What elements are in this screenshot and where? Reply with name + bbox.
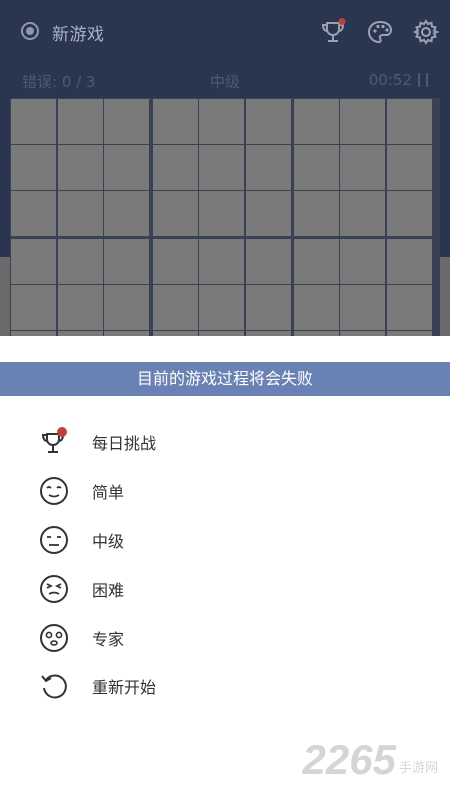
sudoku-cell[interactable] [199,99,245,144]
sudoku-cell[interactable] [152,239,198,284]
trophy-icon[interactable] [320,18,348,46]
sudoku-cell[interactable] [152,145,198,190]
menu-item-expert[interactable]: 专家 [0,613,450,662]
warning-banner: 目前的游戏过程将会失败 [0,362,450,396]
sudoku-cell[interactable] [199,145,245,190]
sudoku-cell[interactable] [245,239,291,284]
sudoku-cell[interactable] [386,239,432,284]
timer-value: 00:52 [368,71,412,89]
menu-item-easy[interactable]: 简单 [0,467,450,516]
new-game-sheet: 目前的游戏过程将会失败 每日挑战 简单 中级 困难 专家 重新开始 2265 手… [0,336,450,800]
sudoku-cell[interactable] [293,239,339,284]
face-easy-icon [38,475,70,507]
sudoku-cell[interactable] [340,285,386,330]
sudoku-cell[interactable] [152,285,198,330]
sudoku-cell[interactable] [104,239,150,284]
face-medium-icon [38,524,70,556]
menu-item-label: 困难 [92,580,125,600]
record-icon [20,21,40,45]
trophy-icon [38,426,70,458]
sudoku-cell[interactable] [104,145,150,190]
timer: 00:52 [369,71,428,89]
sudoku-cell[interactable] [57,99,103,144]
face-expert-icon [38,622,70,654]
sudoku-cell[interactable] [245,285,291,330]
sudoku-cell[interactable] [340,99,386,144]
new-game-control[interactable]: 新游戏 [20,20,105,45]
sudoku-cell[interactable] [293,191,339,236]
sudoku-cell[interactable] [340,145,386,190]
sudoku-cell[interactable] [245,145,291,190]
sudoku-cell[interactable] [57,239,103,284]
sudoku-cell[interactable] [152,99,198,144]
menu-item-hard[interactable]: 困难 [0,564,450,613]
menu-item-label: 中级 [92,531,125,551]
menu-item-medium[interactable]: 中级 [0,516,450,565]
sudoku-cell[interactable] [386,191,432,236]
watermark-brand: 2265 [302,736,396,783]
sudoku-cell[interactable] [386,145,432,190]
menu-item-daily-challenge[interactable]: 每日挑战 [0,418,450,467]
difficulty-menu: 每日挑战 简单 中级 困难 专家 重新开始 [0,418,450,711]
sudoku-cell[interactable] [199,239,245,284]
sudoku-cell[interactable] [57,191,103,236]
app-title: 新游戏 [52,25,105,45]
sudoku-cell[interactable] [104,191,150,236]
sudoku-cell[interactable] [199,191,245,236]
sudoku-cell[interactable] [245,191,291,236]
palette-icon[interactable] [366,18,394,46]
menu-item-label: 每日挑战 [92,434,157,454]
app-bar: 新游戏 [0,0,450,64]
sudoku-cell[interactable] [152,191,198,236]
watermark-site: 手游网 [398,761,438,776]
sudoku-cell[interactable] [386,285,432,330]
sudoku-cell[interactable] [199,285,245,330]
sudoku-cell[interactable] [104,285,150,330]
menu-item-restart[interactable]: 重新开始 [0,662,450,711]
board-edge-right [440,257,450,336]
sudoku-board [10,98,440,336]
sudoku-cell[interactable] [104,99,150,144]
sudoku-cell[interactable] [57,285,103,330]
board-edge-left [0,257,10,336]
sudoku-cell[interactable] [340,191,386,236]
sudoku-cell[interactable] [11,145,57,190]
menu-item-label: 简单 [92,483,125,503]
pause-icon[interactable] [418,73,428,87]
site-watermark: 2265 手游网 [303,736,438,784]
sudoku-cell[interactable] [11,285,57,330]
sudoku-cell[interactable] [11,239,57,284]
gear-icon[interactable] [412,18,440,46]
sudoku-cell[interactable] [293,99,339,144]
sudoku-cell[interactable] [293,285,339,330]
restart-icon [38,670,70,702]
sudoku-cell[interactable] [340,239,386,284]
sudoku-cell[interactable] [11,99,57,144]
sudoku-cell[interactable] [245,99,291,144]
sudoku-cell[interactable] [386,99,432,144]
face-hard-icon [38,573,70,605]
sudoku-cell[interactable] [57,145,103,190]
sudoku-cell[interactable] [11,191,57,236]
game-status-bar: 错误: 0 / 3 中级 00:52 [0,64,450,98]
menu-item-label: 专家 [92,629,125,649]
menu-item-label: 重新开始 [92,678,157,698]
sudoku-cell[interactable] [293,145,339,190]
